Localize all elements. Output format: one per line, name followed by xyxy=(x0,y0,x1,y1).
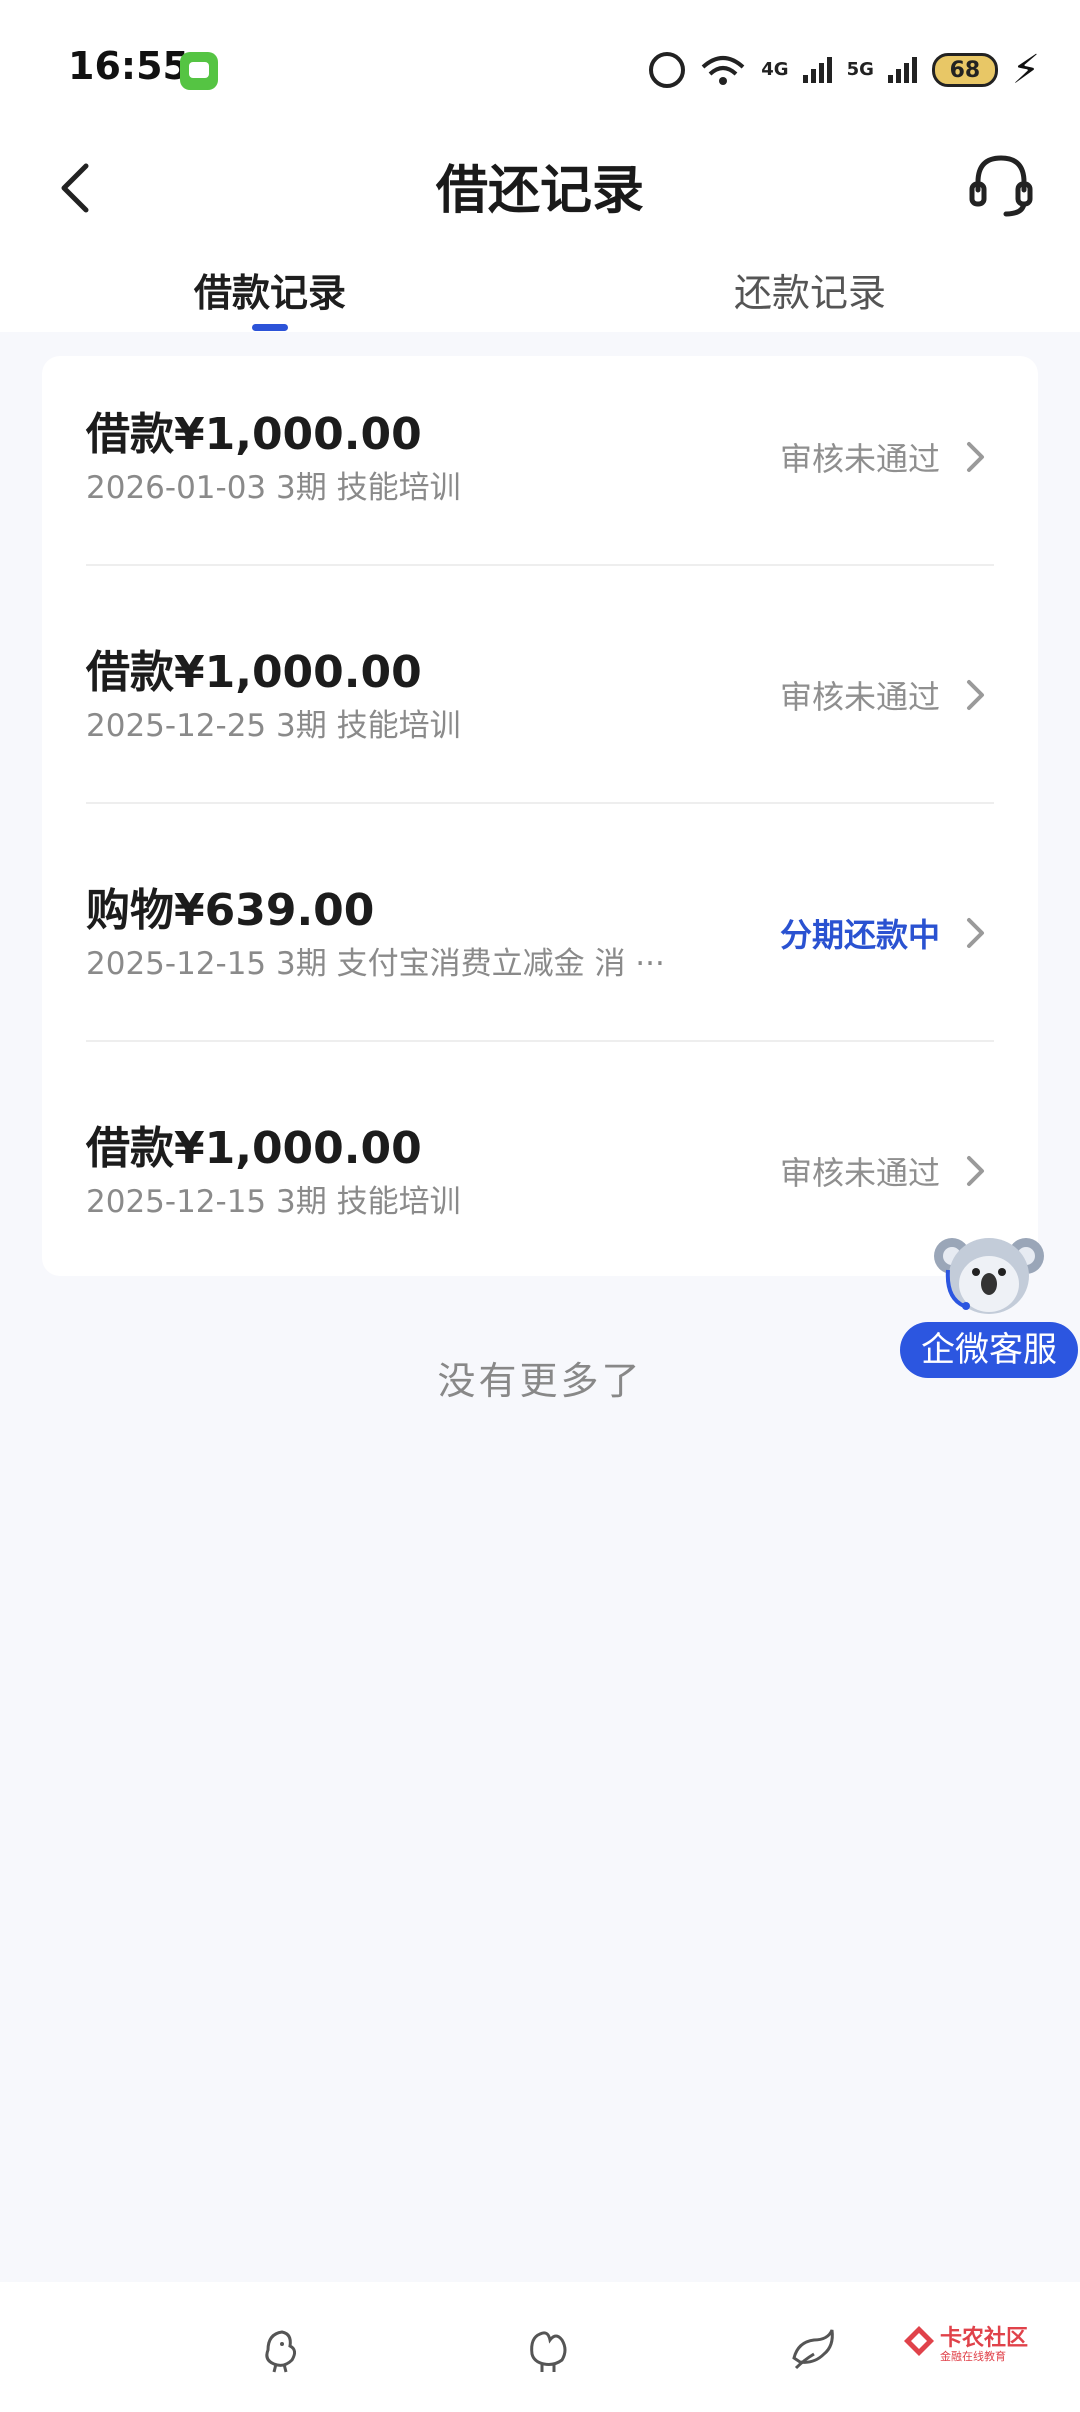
watermark-subtitle: 金融在线教育 xyxy=(940,2350,1006,2363)
charging-icon: ⚡ xyxy=(1011,47,1040,93)
divider xyxy=(86,1040,994,1042)
chevron-right-icon xyxy=(967,442,984,472)
status-bar: 16:55 4G 5G 68 ⚡ xyxy=(0,0,1080,140)
watermark-logo: 卡农社区 金融在线教育 xyxy=(902,2320,1052,2370)
record-status: 审核未通过 xyxy=(779,678,940,716)
record-amount: 借款¥1,000.00 xyxy=(86,647,422,698)
status-icons: 4G 5G 68 ⚡ xyxy=(649,48,1040,92)
bottom-navigation: 卡农社区 金融在线教育 xyxy=(0,2282,1080,2412)
list-item[interactable]: 借款¥1,000.00 2025-12-25 3期 技能培训 审核未通过 xyxy=(42,594,1038,832)
record-status: 审核未通过 xyxy=(779,1154,940,1192)
nav-tab-3-icon[interactable] xyxy=(788,2324,838,2374)
record-meta: 2026-01-03 3期 技能培训 xyxy=(86,470,461,506)
nav-tab-1-icon[interactable] xyxy=(254,2324,304,2374)
alarm-icon xyxy=(649,52,686,88)
chevron-right-icon xyxy=(967,918,984,948)
records-card: 借款¥1,000.00 2026-01-03 3期 技能培训 审核未通过 借款¥… xyxy=(42,356,1038,1276)
record-meta: 2025-12-15 3期 支付宝消费立减金 消 ··· xyxy=(86,946,665,982)
list-item[interactable]: 借款¥1,000.00 2025-12-15 3期 技能培训 审核未通过 xyxy=(42,1070,1038,1308)
wecom-service-button[interactable]: 企微客服 xyxy=(898,1226,1080,1386)
divider xyxy=(86,802,994,804)
tab-borrow-records[interactable]: 借款记录 xyxy=(120,262,420,317)
record-amount: 购物¥639.00 xyxy=(86,885,375,936)
record-tabs: 借款记录 还款记录 xyxy=(0,256,1080,332)
chevron-right-icon xyxy=(967,1156,984,1186)
battery-level: 68 xyxy=(949,57,981,83)
page-title: 借还记录 xyxy=(435,161,644,221)
list-item[interactable]: 借款¥1,000.00 2026-01-03 3期 技能培训 审核未通过 xyxy=(42,356,1038,594)
signal-bars-icon xyxy=(887,57,917,83)
active-tab-indicator xyxy=(252,324,288,331)
record-status: 分期还款中 xyxy=(779,916,940,954)
record-meta: 2025-12-15 3期 技能培训 xyxy=(86,1184,461,1220)
headset-icon[interactable] xyxy=(966,150,1036,220)
wifi-icon xyxy=(701,56,745,85)
battery-icon: 68 xyxy=(931,53,998,87)
signal-5g-icon: 5G xyxy=(846,59,874,80)
signal-4g-icon: 4G xyxy=(761,59,789,80)
chevron-right-icon xyxy=(967,680,984,710)
list-item[interactable]: 购物¥639.00 2025-12-15 3期 支付宝消费立减金 消 ··· 分… xyxy=(42,832,1038,1070)
message-app-icon xyxy=(180,52,218,90)
kanong-logo-icon xyxy=(904,2326,934,2356)
status-time: 16:55 xyxy=(68,44,189,88)
signal-bars-icon xyxy=(802,57,832,83)
record-amount: 借款¥1,000.00 xyxy=(86,1123,422,1174)
record-meta: 2025-12-25 3期 技能培训 xyxy=(86,708,461,744)
koala-mascot-icon xyxy=(934,1238,1044,1314)
divider xyxy=(86,564,994,566)
tab-repay-records[interactable]: 还款记录 xyxy=(660,262,960,317)
wecom-service-label: 企微客服 xyxy=(900,1322,1078,1378)
nav-tab-2-icon[interactable] xyxy=(522,2324,572,2374)
record-status: 审核未通过 xyxy=(779,440,940,478)
record-amount: 借款¥1,000.00 xyxy=(86,409,422,460)
